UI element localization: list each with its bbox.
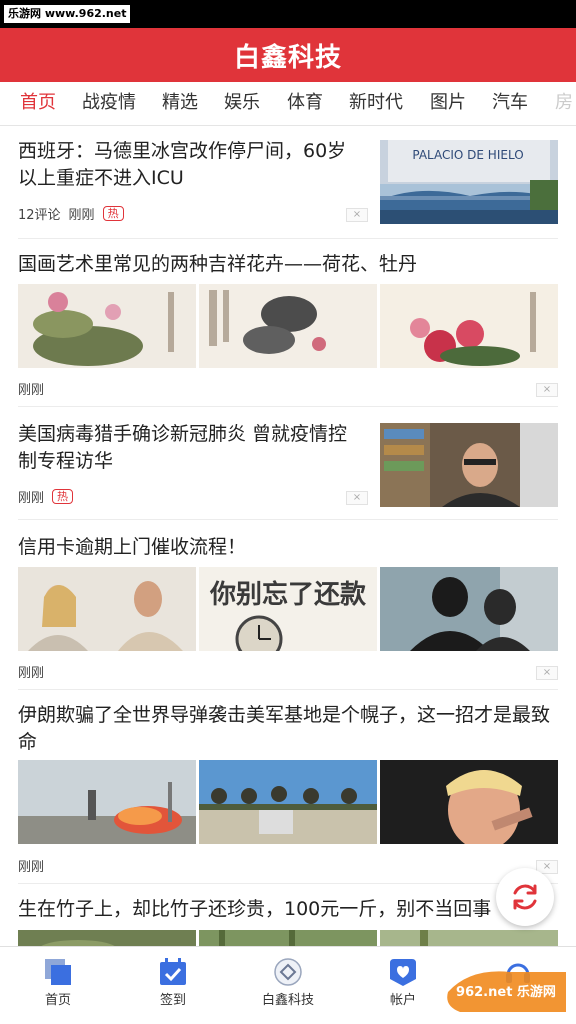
hot-badge: 热 xyxy=(102,206,124,221)
gallery-image: 你别忘了还款 xyxy=(199,567,377,651)
article-meta: 刚刚 xyxy=(18,662,44,681)
article-meta: 刚刚 热 xyxy=(18,487,74,506)
article-meta: 12评论 刚刚 热 xyxy=(18,204,124,223)
account-icon xyxy=(388,957,418,987)
image-gallery[interactable] xyxy=(18,930,558,946)
article-title[interactable]: 伊朗欺骗了全世界导弹袭击美军基地是个幌子，这一招才是最致命 xyxy=(18,702,558,756)
tab-featured[interactable]: 精选 xyxy=(162,90,198,118)
tab-realestate[interactable]: 房 xyxy=(555,90,573,118)
ice-palace-image: PALACIO DE HIELO xyxy=(380,140,558,224)
status-bar: 乐游网 www.962.net xyxy=(0,0,576,28)
article-title[interactable]: 生在竹子上，却比竹子还珍贵，100元一斤，别不当回事 xyxy=(18,896,558,923)
image-gallery[interactable]: 你别忘了还款 xyxy=(18,567,558,651)
watermark-label: 乐游网 www.962.net xyxy=(4,5,131,23)
article-title[interactable]: 国画艺术里常见的两种吉祥花卉——荷花、牡丹 xyxy=(18,251,558,278)
dismiss-button[interactable]: × xyxy=(536,383,558,397)
publish-time: 刚刚 xyxy=(68,208,95,223)
article-meta: 刚刚 xyxy=(18,856,44,875)
article-title[interactable]: 西班牙：马德里冰宫改作停尸间，60岁以上重症不进入ICU xyxy=(18,138,358,192)
nav-home[interactable]: 首页 xyxy=(18,953,98,1008)
dismiss-button[interactable]: × xyxy=(536,666,558,680)
article-thumbnail[interactable]: PALACIO DE HIELO xyxy=(380,140,558,224)
watermark-logo: 962.net 乐游网 xyxy=(440,962,572,1020)
hot-badge: 热 xyxy=(52,489,74,504)
dismiss-button[interactable]: × xyxy=(346,491,368,505)
gallery-image xyxy=(18,284,196,368)
nav-checkin[interactable]: 签到 xyxy=(133,953,213,1008)
watermark-logo-text: 962.net 乐游网 xyxy=(456,984,556,1000)
list-item[interactable]: 西班牙：马德里冰宫改作停尸间，60岁以上重症不进入ICU 12评论 刚刚 热 ×… xyxy=(18,126,558,239)
home-icon xyxy=(43,957,73,987)
app-header: 白鑫科技 xyxy=(0,28,576,82)
tab-sports[interactable]: 体育 xyxy=(287,90,323,118)
gallery-image xyxy=(199,284,377,368)
gallery-image xyxy=(18,760,196,844)
publish-time: 刚刚 xyxy=(18,383,45,398)
tab-new-era[interactable]: 新时代 xyxy=(349,90,403,118)
refresh-button[interactable] xyxy=(496,868,554,926)
calendar-check-icon xyxy=(158,957,188,987)
list-item[interactable]: 伊朗欺骗了全世界导弹袭击美军基地是个幌子，这一招才是最致命 刚刚 × xyxy=(18,690,558,884)
news-feed: 西班牙：马德里冰宫改作停尸间，60岁以上重症不进入ICU 12评论 刚刚 热 ×… xyxy=(0,126,576,946)
gallery-image xyxy=(199,930,377,946)
nav-brand[interactable]: 白鑫科技 xyxy=(248,953,328,1008)
app-title: 白鑫科技 xyxy=(233,42,342,73)
tab-epidemic[interactable]: 战疫情 xyxy=(82,90,136,118)
gallery-image xyxy=(380,930,558,946)
image-gallery[interactable] xyxy=(18,760,558,844)
gallery-image xyxy=(380,760,558,844)
article-title[interactable]: 美国病毒猎手确诊新冠肺炎 曾就疫情控制专程访华 xyxy=(18,421,358,475)
tab-auto[interactable]: 汽车 xyxy=(492,90,528,118)
category-tabs: 首页 战疫情 精选 娱乐 体育 新时代 图片 汽车 房 xyxy=(0,82,576,126)
gallery-image xyxy=(18,930,196,946)
gallery-image xyxy=(199,760,377,844)
image-caption-text: 你别忘了还款 xyxy=(209,579,367,610)
list-item[interactable]: 生在竹子上，却比竹子还珍贵，100元一斤，别不当回事 xyxy=(18,884,558,946)
tab-pictures[interactable]: 图片 xyxy=(430,90,466,118)
image-gallery[interactable] xyxy=(18,284,558,368)
tab-home[interactable]: 首页 xyxy=(20,90,56,118)
publish-time: 刚刚 xyxy=(18,860,45,875)
gallery-image xyxy=(380,567,558,651)
article-title[interactable]: 信用卡逾期上门催收流程！ xyxy=(18,534,558,561)
list-item[interactable]: 国画艺术里常见的两种吉祥花卉——荷花、牡丹 刚刚 × xyxy=(18,239,558,407)
publish-time: 刚刚 xyxy=(18,666,45,681)
gallery-image xyxy=(380,284,558,368)
comment-count: 12评论 xyxy=(18,208,61,223)
gallery-image xyxy=(18,567,196,651)
building-sign-text: PALACIO DE HIELO xyxy=(412,148,523,162)
interview-photo xyxy=(380,423,558,507)
tab-entertainment[interactable]: 娱乐 xyxy=(224,90,260,118)
publish-time: 刚刚 xyxy=(18,491,45,506)
article-meta: 刚刚 xyxy=(18,379,44,398)
refresh-icon xyxy=(513,884,537,910)
nav-account[interactable]: 帐户 xyxy=(363,953,443,1008)
app-logo-icon xyxy=(273,957,303,987)
list-item[interactable]: 信用卡逾期上门催收流程！ 你别忘了还款 刚刚 × xyxy=(18,520,558,690)
list-item[interactable]: 美国病毒猎手确诊新冠肺炎 曾就疫情控制专程访华 刚刚 热 × xyxy=(18,407,558,520)
article-thumbnail[interactable] xyxy=(380,423,558,507)
dismiss-button[interactable]: × xyxy=(346,208,368,222)
